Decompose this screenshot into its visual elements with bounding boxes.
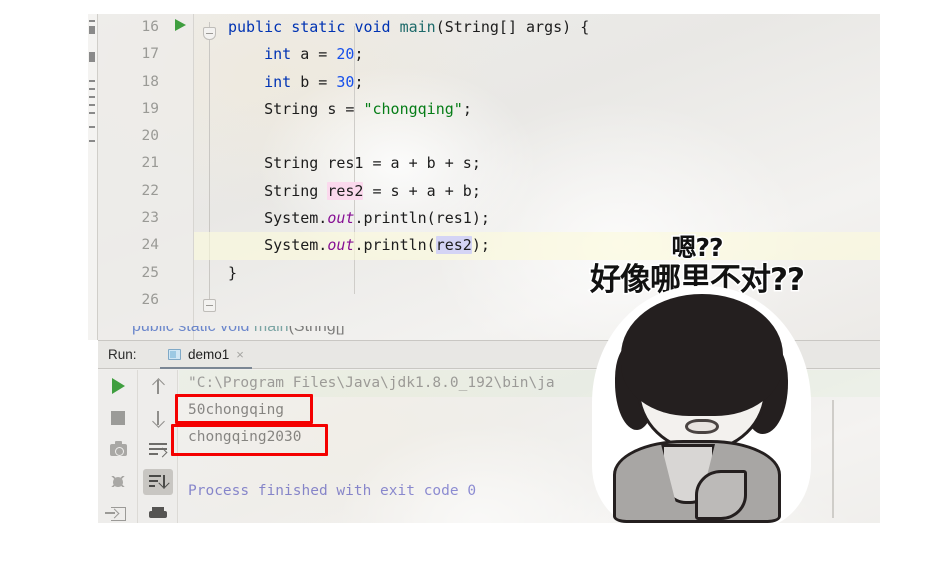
line-number: 21 [141, 155, 159, 172]
line-number: 26 [141, 291, 159, 308]
console-scrollbar[interactable] [832, 400, 834, 518]
scroll-to-end-button[interactable] [138, 466, 178, 498]
arrow-up-icon [151, 378, 165, 395]
camera-icon [109, 441, 127, 456]
soft-wrap-icon [149, 443, 167, 457]
export-button[interactable] [98, 498, 138, 523]
debug-button[interactable] [98, 466, 138, 498]
line-number: 18 [141, 73, 159, 90]
code-line[interactable]: public static void main(String[] args) { [194, 14, 880, 41]
line-number: 23 [141, 210, 159, 227]
stop-button[interactable] [98, 402, 138, 434]
line-number: 24 [141, 237, 159, 254]
stop-icon [111, 411, 125, 425]
code-line[interactable]: String res1 = a + b + s; [194, 150, 880, 177]
print-button[interactable] [138, 498, 178, 523]
rerun-button[interactable] [98, 370, 138, 402]
code-line[interactable]: int b = 30; [194, 69, 880, 96]
confused-cartoon-character [592, 286, 811, 523]
left-tool-strip [88, 14, 98, 340]
run-config-icon [168, 348, 181, 360]
arrow-down-icon [151, 410, 165, 427]
run-toolbar-left-column[interactable] [98, 370, 138, 523]
highlight-box-output-2 [171, 424, 328, 456]
run-label: Run: [108, 347, 137, 362]
line-number-column: 16 17 18 19 20 21 22 23 24 25 26 [98, 14, 168, 314]
bug-icon [110, 475, 126, 489]
play-icon [111, 378, 125, 394]
run-tab-label: demo1 [188, 346, 230, 362]
printer-icon [149, 507, 167, 521]
scroll-up-button[interactable] [138, 370, 178, 402]
highlight-box-output-1 [175, 394, 313, 424]
run-triangle-icon[interactable] [175, 19, 186, 31]
export-icon [104, 507, 126, 521]
code-line[interactable]: String s = "chongqing"; [194, 96, 880, 123]
scroll-end-icon [149, 475, 167, 489]
line-number: 16 [141, 19, 159, 35]
code-line[interactable]: int a = 20; [194, 41, 880, 68]
close-icon[interactable]: × [236, 348, 244, 361]
screenshot-button[interactable] [98, 434, 138, 466]
run-toolbar[interactable] [98, 370, 178, 523]
line-number: 19 [141, 100, 159, 117]
screenshot-stage: 16 17 18 19 20 21 22 23 24 25 26 public static voi… [0, 0, 938, 569]
run-tab-demo1[interactable]: demo1 × [160, 341, 252, 369]
line-number: 17 [141, 46, 159, 63]
code-line[interactable]: String res2 = s + a + b; [194, 178, 880, 205]
meme-overlay: 嗯?? 好像哪里不对?? [567, 228, 827, 523]
line-number: 25 [141, 264, 159, 281]
line-number: 22 [141, 182, 159, 199]
line-number: 20 [141, 128, 159, 145]
code-line[interactable] [194, 123, 880, 150]
